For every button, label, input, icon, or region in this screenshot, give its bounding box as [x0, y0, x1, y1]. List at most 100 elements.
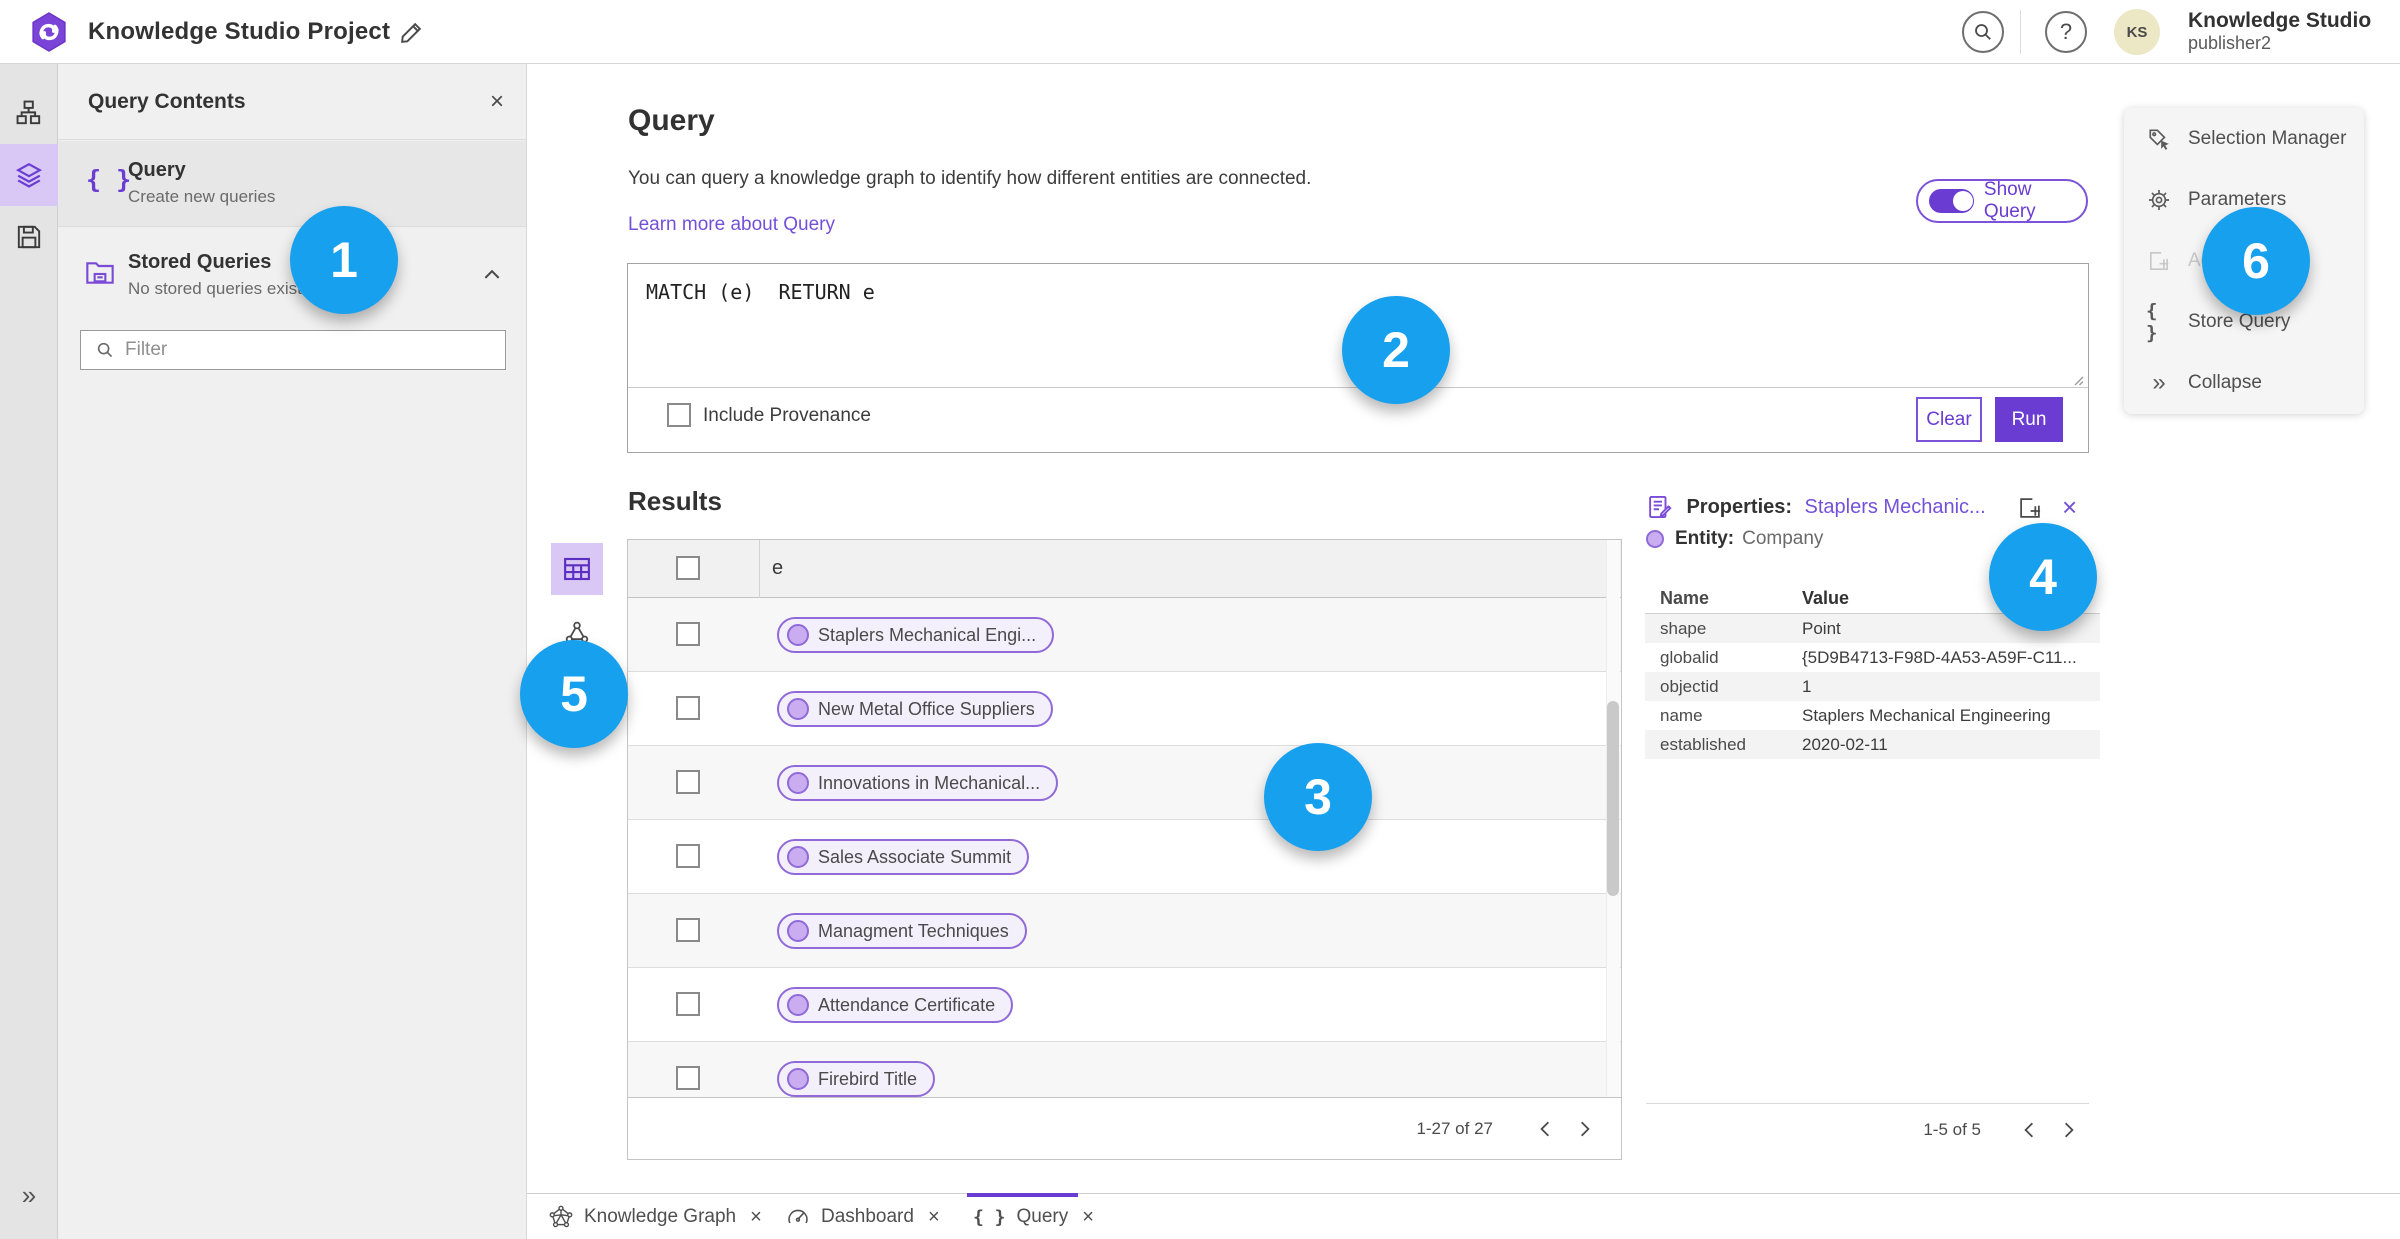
- search-icon: [95, 340, 115, 360]
- row-checkbox[interactable]: [676, 918, 700, 942]
- table-row[interactable]: Firebird Title: [628, 1042, 1621, 1099]
- name-column-header: Name: [1660, 588, 1710, 608]
- user-info: Knowledge Studio publisher2: [2188, 9, 2371, 54]
- properties-entity-link[interactable]: Staplers Mechanic...: [1805, 496, 1986, 518]
- sidebar-item-query[interactable]: { } Query Create new queries: [58, 141, 526, 227]
- callout-2: 2: [1342, 296, 1450, 404]
- item-label: Query: [128, 159, 186, 181]
- item-description: No stored queries exist: [128, 279, 302, 298]
- show-query-toggle[interactable]: Show Query: [1916, 179, 2088, 223]
- entity-chip[interactable]: Firebird Title: [777, 1061, 936, 1097]
- toggle-track-icon: [1929, 189, 1974, 213]
- include-provenance-checkbox[interactable]: [667, 403, 691, 427]
- close-tab-button[interactable]: ×: [750, 1206, 762, 1229]
- close-panel-button[interactable]: ×: [490, 88, 504, 116]
- entity-chip[interactable]: Sales Associate Summit: [777, 839, 1030, 875]
- search-button[interactable]: [1962, 11, 2004, 53]
- previous-page-button[interactable]: [1525, 1109, 1565, 1149]
- menu-item-selection-manager[interactable]: Selection Manager: [2124, 108, 2364, 169]
- clear-button[interactable]: Clear: [1916, 397, 1982, 442]
- table-row[interactable]: Sales Associate Summit: [628, 820, 1621, 894]
- entity-line: Entity: Company: [1646, 528, 1823, 550]
- user-avatar[interactable]: KS: [2114, 9, 2160, 55]
- properties-title: Properties:: [1686, 495, 1793, 518]
- row-checkbox[interactable]: [676, 1066, 700, 1090]
- tab-knowledge-graph[interactable]: Knowledge Graph ×: [549, 1194, 762, 1239]
- rail-layers-button[interactable]: [0, 144, 58, 206]
- results-pagination: 1-27 of 27: [1416, 1118, 1493, 1138]
- expand-rail-button[interactable]: »: [0, 1180, 58, 1211]
- layers-icon: [15, 161, 43, 189]
- properties-header: Properties: Staplers Mechanic...: [1646, 494, 1986, 520]
- results-title: Results: [628, 486, 722, 516]
- properties-footer: 1-5 of 5: [1646, 1108, 2089, 1152]
- previous-page-button[interactable]: [2009, 1110, 2049, 1150]
- next-page-button[interactable]: [1565, 1109, 1605, 1149]
- property-row[interactable]: name Staplers Mechanical Engineering: [1645, 701, 2100, 730]
- row-checkbox[interactable]: [676, 992, 700, 1016]
- select-all-checkbox[interactable]: [676, 556, 700, 580]
- entity-chip[interactable]: Innovations in Mechanical...: [777, 765, 1059, 801]
- close-properties-button[interactable]: ×: [2062, 492, 2077, 523]
- run-button[interactable]: Run: [1995, 397, 2063, 442]
- table-row[interactable]: Attendance Certificate: [628, 968, 1621, 1042]
- callout-5: 5: [520, 640, 628, 748]
- rail-hierarchy-button[interactable]: [0, 82, 58, 144]
- square-plus-icon: [2146, 249, 2172, 273]
- property-row[interactable]: objectid 1: [1645, 672, 2100, 701]
- row-checkbox[interactable]: [676, 622, 700, 646]
- table-row[interactable]: New Metal Office Suppliers: [628, 672, 1621, 746]
- tab-dashboard[interactable]: Dashboard ×: [786, 1194, 940, 1239]
- knowledge-graph-icon: [549, 1205, 573, 1229]
- properties-pagination: 1-5 of 5: [1923, 1120, 1981, 1139]
- entity-chip[interactable]: Managment Techniques: [777, 913, 1027, 949]
- entity-dot-icon: [1646, 530, 1664, 548]
- braces-icon: { }: [2146, 299, 2158, 344]
- edit-title-button[interactable]: [398, 20, 424, 46]
- filter-input[interactable]: [125, 339, 505, 361]
- property-row[interactable]: established 2020-02-11: [1645, 730, 2100, 759]
- app-logo: [30, 11, 68, 53]
- entity-dot-icon: [787, 920, 809, 942]
- folder-icon: [84, 257, 116, 287]
- open-in-new-window-button[interactable]: [2017, 495, 2043, 521]
- query-editor[interactable]: MATCH (e) RETURN e: [646, 280, 875, 304]
- table-row[interactable]: Innovations in Mechanical...: [628, 746, 1621, 820]
- entity-label: Entity:: [1675, 528, 1735, 549]
- results-rows: Staplers Mechanical Engi... New Metal Of…: [628, 598, 1621, 1099]
- entity-chip[interactable]: Attendance Certificate: [777, 987, 1014, 1023]
- page-title: Query: [628, 104, 715, 137]
- close-tab-button[interactable]: ×: [928, 1206, 940, 1229]
- properties-rows: shape Point globalid {5D9B4713-F98D-4A53-A…: [1645, 614, 2100, 759]
- results-scrollbar[interactable]: [1606, 540, 1620, 1099]
- row-checkbox[interactable]: [676, 844, 700, 868]
- chevron-up-icon[interactable]: [482, 267, 502, 281]
- item-label: Stored Queries: [128, 251, 272, 273]
- row-checkbox[interactable]: [676, 770, 700, 794]
- entity-dot-icon: [787, 698, 809, 720]
- entity-chip[interactable]: New Metal Office Suppliers: [777, 691, 1053, 727]
- menu-item-collapse[interactable]: » Collapse: [2124, 352, 2364, 413]
- learn-more-link[interactable]: Learn more about Query: [628, 214, 835, 236]
- close-tab-button[interactable]: ×: [1082, 1206, 1094, 1229]
- rail-save-button[interactable]: [0, 206, 58, 268]
- app-window: Knowledge Studio Project ? KS Knowledge …: [0, 0, 2400, 1239]
- callout-4: 4: [1989, 523, 2097, 631]
- resize-grip-icon[interactable]: [2072, 374, 2084, 386]
- selection-manager-icon: [2146, 127, 2172, 151]
- table-row[interactable]: Managment Techniques: [628, 894, 1621, 968]
- row-checkbox[interactable]: [676, 696, 700, 720]
- help-button[interactable]: ?: [2045, 11, 2087, 53]
- next-page-button[interactable]: [2049, 1110, 2089, 1150]
- tab-query[interactable]: { } Query ×: [973, 1194, 1094, 1239]
- topbar-divider: [2020, 10, 2021, 54]
- properties-footer-divider: [1646, 1103, 2089, 1104]
- table-row[interactable]: Staplers Mechanical Engi...: [628, 598, 1621, 672]
- entity-dot-icon: [787, 846, 809, 868]
- entity-dot-icon: [787, 772, 809, 794]
- scrollbar-thumb[interactable]: [1607, 701, 1619, 896]
- entity-chip[interactable]: Staplers Mechanical Engi...: [777, 617, 1055, 653]
- braces-icon: { }: [973, 1206, 1006, 1228]
- property-row[interactable]: globalid {5D9B4713-F98D-4A53-A59F-C11...: [1645, 643, 2100, 672]
- table-view-button[interactable]: [551, 543, 603, 595]
